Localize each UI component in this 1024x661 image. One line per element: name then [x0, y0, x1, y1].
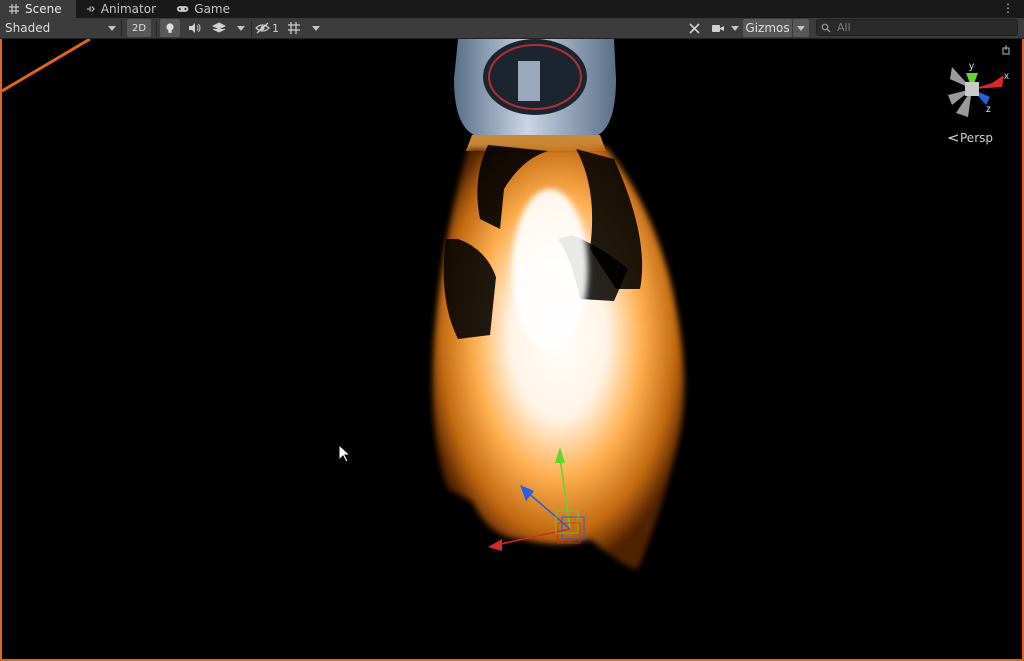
chevron-down-icon: [731, 25, 739, 31]
shading-mode-dropdown[interactable]: Shaded: [0, 19, 122, 37]
scene-render: y x z: [2, 39, 1010, 569]
gizmos-button[interactable]: Gizmos: [743, 19, 792, 37]
editor-tab-bar: Scene Animator Game ⋮: [0, 0, 1024, 18]
scene-toolbar: Shaded 2D 1 Gizmos All: [0, 18, 1024, 39]
axis-label-y: y: [969, 61, 974, 72]
tab-animator[interactable]: Animator: [78, 0, 166, 18]
tab-game-label: Game: [194, 2, 230, 16]
animator-icon: [86, 6, 95, 12]
gizmos-dropdown[interactable]: [793, 19, 809, 37]
tab-scene-label: Scene: [25, 2, 62, 16]
hidden-objects-toggle[interactable]: 1: [254, 19, 280, 37]
gizmos-label: Gizmos: [745, 21, 790, 35]
toggle-2d-label: 2D: [131, 22, 147, 34]
layers-icon: [212, 22, 226, 33]
rocket-nozzle: [454, 39, 616, 151]
tab-scene[interactable]: Scene: [0, 0, 76, 18]
tools-icon: [688, 22, 700, 34]
tab-game[interactable]: Game: [168, 0, 240, 18]
search-icon: [821, 23, 831, 32]
camera-dropdown[interactable]: [728, 19, 742, 37]
camera-button[interactable]: [708, 19, 728, 37]
camera-icon: [712, 24, 724, 32]
audio-toggle[interactable]: [184, 19, 204, 37]
lightbulb-icon: [166, 23, 174, 33]
grid-icon: [9, 4, 19, 14]
rocket-flame: [432, 145, 685, 569]
lighting-toggle[interactable]: [160, 19, 180, 37]
shading-mode-label: Shaded: [5, 21, 51, 35]
toolbar-divider: [251, 21, 252, 36]
speaker-icon: [188, 23, 200, 33]
hidden-count: 1: [272, 21, 279, 35]
search-input[interactable]: [837, 21, 1007, 34]
lock-icon: [1002, 45, 1010, 55]
more-options-icon[interactable]: ⋮: [1002, 1, 1014, 15]
eye-slash-icon: [255, 22, 270, 34]
toggle-2d-button[interactable]: 2D: [127, 19, 151, 37]
chevron-down-icon: [108, 25, 116, 31]
chevron-down-icon: [237, 25, 245, 31]
tab-animator-label: Animator: [100, 2, 156, 16]
grid-snap-icon: [288, 22, 300, 34]
orientation-gizmo[interactable]: y x z: [948, 45, 1010, 117]
projection-toggle[interactable]: Persp: [948, 131, 993, 145]
scene-viewport[interactable]: y x z Persp: [0, 39, 1024, 661]
mouse-cursor-icon: [338, 444, 352, 463]
perspective-icon: [948, 134, 958, 142]
gamepad-icon: [176, 6, 189, 12]
effects-dropdown[interactable]: [234, 19, 248, 37]
projection-label: Persp: [960, 131, 993, 145]
axis-label-z: z: [986, 104, 991, 115]
scene-search-field[interactable]: [816, 19, 1018, 36]
tools-button[interactable]: [684, 19, 704, 37]
toolbar-divider: [156, 21, 157, 36]
chevron-down-icon: [312, 25, 320, 31]
grid-snap-toggle[interactable]: [283, 19, 305, 37]
effects-toggle[interactable]: [208, 19, 230, 37]
axis-label-x: x: [1004, 71, 1009, 82]
grid-snap-dropdown[interactable]: [308, 19, 324, 37]
chevron-down-icon: [797, 25, 805, 31]
